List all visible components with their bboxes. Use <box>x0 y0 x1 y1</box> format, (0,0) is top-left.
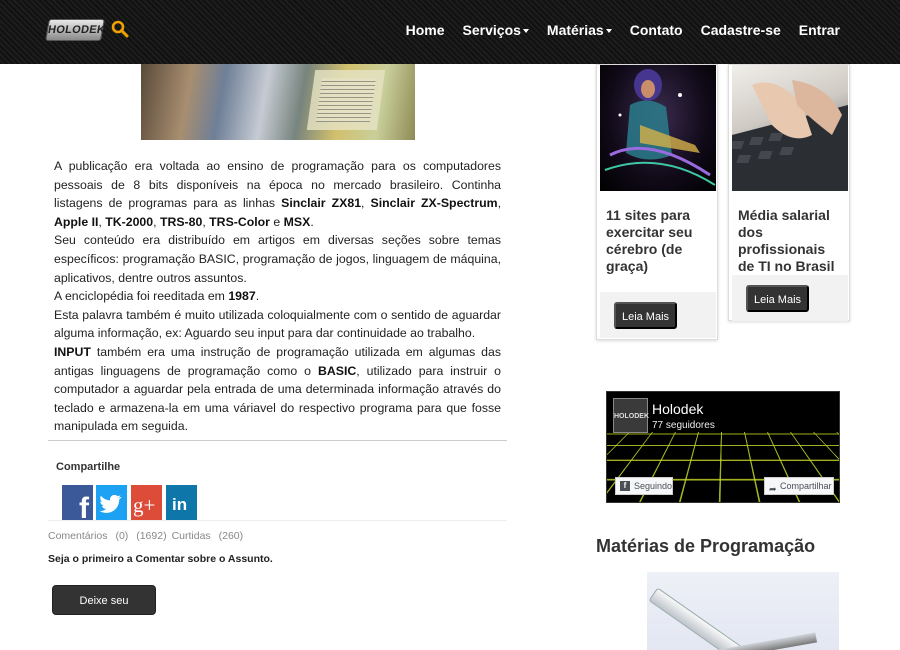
article-body: A publicação era voltada ao ensino de pr… <box>54 157 501 436</box>
card-title[interactable]: 11 sites para exercitar seu cérebro (de … <box>606 207 712 275</box>
read-more-button[interactable]: Leia Mais <box>746 285 809 312</box>
search-icon[interactable] <box>111 20 129 38</box>
card-footer: Leia Mais <box>732 275 848 321</box>
followers-count: 77 seguidores <box>652 420 715 431</box>
main-menu: Home Serviços Matérias Contato Cadastre-… <box>406 0 840 60</box>
svg-text:in: in <box>172 495 187 514</box>
google-plus-icon: g+ <box>133 493 155 517</box>
facebook-page-widget[interactable]: HOLODEK Holodek 77 seguidores f Seguindo… <box>606 391 840 503</box>
svg-text:g+: g+ <box>133 493 155 517</box>
nav-entrar[interactable]: Entrar <box>799 22 840 38</box>
nav-home[interactable]: Home <box>406 22 445 38</box>
magazine-text-lines <box>315 78 377 122</box>
nav-cadastre-se[interactable]: Cadastre-se <box>701 22 781 38</box>
chevron-down-icon <box>522 29 529 34</box>
facebook-icon: f <box>79 492 90 521</box>
card-footer: Leia Mais <box>600 292 716 338</box>
card-title[interactable]: Média salarial dos profissionais de TI n… <box>738 207 844 275</box>
follow-button[interactable]: f Seguindo <box>615 477 673 495</box>
nav-materias[interactable]: Matérias <box>547 22 612 38</box>
article-card[interactable]: Média salarial dos profissionais de TI n… <box>728 64 850 321</box>
likes-label: Curtidas <box>171 530 211 542</box>
article-stats: Comentários (0) (1692) Curtidas (260) <box>48 530 248 542</box>
linkedin-icon: in <box>172 495 187 514</box>
first-comment-prompt: Seja o primeiro a Comentar sobre o Assun… <box>48 553 273 565</box>
article-paragraph: Esta palavra também é muito utilizada co… <box>54 307 501 341</box>
card-image <box>732 65 848 191</box>
share-button[interactable]: ➦ Compartilhar <box>764 477 834 495</box>
share-facebook-button[interactable]: f <box>62 485 93 521</box>
article-card[interactable]: 11 sites para exercitar seu cérebro (de … <box>596 64 718 340</box>
share-google-plus-button[interactable]: g+ <box>131 485 162 521</box>
page-avatar[interactable]: HOLODEK <box>613 398 649 433</box>
divider <box>48 440 507 441</box>
page-name[interactable]: Holodek <box>652 401 703 417</box>
nav-servicos[interactable]: Serviços <box>463 22 529 38</box>
card-image <box>600 65 716 191</box>
facebook-icon: f <box>620 481 630 491</box>
chevron-down-icon <box>605 29 612 34</box>
share-twitter-button[interactable] <box>96 485 127 521</box>
article-paragraph: A enciclopédia foi reeditada em 1987. <box>54 289 260 304</box>
share-linkedin-button[interactable]: in <box>166 485 197 521</box>
section-title: Matérias de Programação <box>596 536 816 556</box>
comments-label[interactable]: Comentários <box>48 530 108 542</box>
twitter-icon <box>99 494 122 513</box>
programming-article-image[interactable] <box>647 572 839 650</box>
views-count: (1692) <box>136 530 167 542</box>
likes-count: (260) <box>218 530 244 542</box>
read-more-button[interactable]: Leia Mais <box>614 302 677 329</box>
article-paragraph: INPUT também era uma instrução de progra… <box>54 344 501 434</box>
share-arrow-icon: ➦ <box>769 484 777 494</box>
top-navbar: HOLODEK Home Serviços Matérias Contato C… <box>0 0 900 64</box>
comments-count: (0) <box>115 530 129 542</box>
article-paragraph: A publicação era voltada ao ensino de pr… <box>54 159 501 229</box>
article-image <box>141 64 415 140</box>
leave-comment-button[interactable]: Deixe seu Comentário <box>52 585 156 637</box>
divider <box>48 520 507 521</box>
article-paragraph: Seu conteúdo era distribuído em artigos … <box>54 233 501 285</box>
syringe-shape <box>648 587 748 650</box>
site-logo[interactable]: HOLODEK <box>45 19 106 41</box>
svg-text:f: f <box>79 492 90 521</box>
share-title: Compartilhe <box>56 461 121 473</box>
nav-contato[interactable]: Contato <box>630 22 683 38</box>
